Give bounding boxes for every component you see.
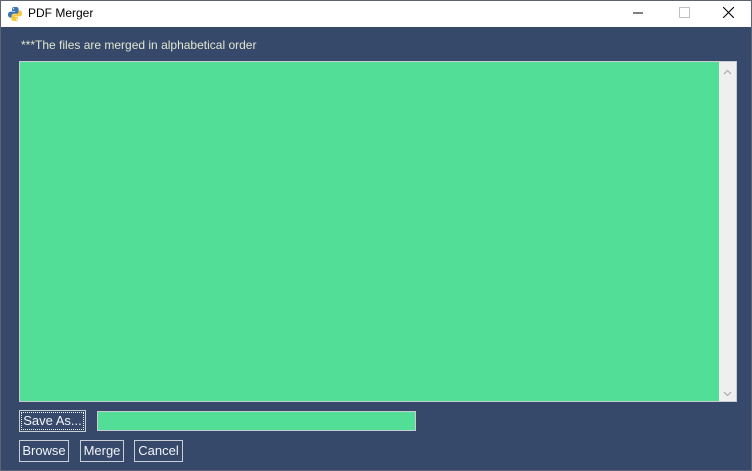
pdf-merger-window: PDF Merger ***The files are merged in al… — [0, 0, 752, 471]
window-title: PDF Merger — [28, 6, 94, 20]
close-button[interactable] — [705, 1, 751, 27]
close-icon — [722, 5, 734, 23]
chevron-up-icon — [723, 62, 732, 80]
alphabetical-order-note: ***The files are merged in alphabetical … — [21, 38, 257, 52]
maximize-button[interactable] — [661, 1, 707, 27]
cancel-button[interactable]: Cancel — [134, 440, 183, 462]
minimize-icon — [633, 5, 643, 23]
save-as-button[interactable]: Save As... — [19, 410, 86, 432]
browse-button[interactable]: Browse — [19, 440, 69, 462]
chevron-down-icon — [723, 384, 732, 402]
vertical-scrollbar[interactable] — [719, 62, 736, 401]
minimize-button[interactable] — [615, 1, 661, 27]
scroll-down-button[interactable] — [719, 384, 736, 401]
merge-button[interactable]: Merge — [80, 440, 124, 462]
maximize-icon — [678, 5, 690, 23]
output-path-field[interactable] — [97, 411, 416, 431]
title-bar[interactable]: PDF Merger — [1, 1, 751, 27]
scroll-up-button[interactable] — [719, 62, 736, 79]
file-listbox[interactable] — [19, 61, 737, 402]
python-app-icon — [7, 6, 23, 22]
